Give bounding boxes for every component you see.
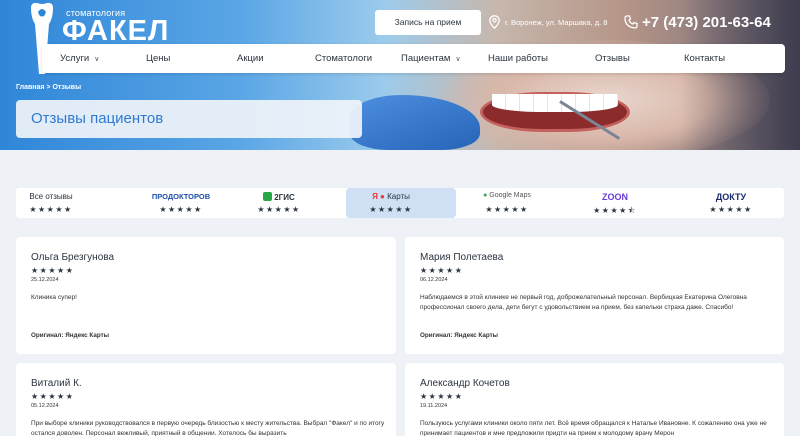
nav-item-dentists[interactable]: Стоматологи [315,44,372,73]
phone-icon [624,15,638,29]
tab-prodoctorov[interactable]: ПРОДОКТОРОВ ★★★★★ [126,188,236,218]
tab-label-wrap: 2ГИС [224,192,334,202]
tab-all-reviews[interactable]: Все отзывы ★★★★★ [16,188,126,218]
review-card: Виталий К. ★★★★★ 05.12.2024 При выборе к… [16,363,396,436]
tab-label: Все отзывы [29,192,73,201]
google-maps-pin-icon: ● [483,192,488,199]
tab-label-wrap: Я ● Карты [336,192,446,201]
tab-google-maps[interactable]: ● Google Maps ★★★★★ [456,188,566,218]
tab-label: Карты [387,192,410,201]
address-text: г. Воронеж, ул. Маршака, д. 8 [505,17,608,27]
rating-stars: ★★★★★ [31,266,75,275]
chevron-down-icon: ∨ [94,56,100,63]
hero-teeth-image [492,94,618,112]
review-date: 25.12.2024 [31,277,59,283]
nav-label: Наши работы [488,53,548,64]
nav-label: Акции [237,53,264,64]
tab-label: ПРОДОКТОРОВ [151,192,211,201]
rating-stars: ★★★★★ [420,392,464,401]
reviewer-name: Ольга Брезгунова [31,252,115,263]
page-title-box: Отзывы пациентов [16,100,362,138]
nav-label: Цены [146,53,171,64]
location-pin-icon [489,15,500,29]
phone-number[interactable]: +7 (473) 201-63-64 [642,14,771,31]
nav-label: Пациентам [401,53,451,64]
rating-stars: ★★★★★ [709,205,753,214]
tab-label-wrap: ● Google Maps [452,192,562,199]
prodoctorov-logo-icon: ПРОДОКТОРОВ [126,192,236,201]
rating-stars: ★★★★★ [369,205,413,214]
nav-item-promotions[interactable]: Акции [237,44,264,73]
review-text: Клиника супер! [31,294,77,301]
page-title: Отзывы пациентов [31,110,164,127]
tab-zoon[interactable]: ZOON ★★★★⯪ [566,188,676,218]
rating-stars: ★★★★⯪ [593,206,637,215]
reviewer-name: Мария Полетаева [420,252,504,263]
review-date: 05.12.2024 [31,403,59,409]
rating-stars: ★★★★★ [485,205,529,214]
reviewer-name: Александр Кочетов [420,378,510,389]
rating-stars: ★★★★★ [420,266,464,275]
tab-label: 2ГИС [274,193,295,202]
tab-label: Google Maps [489,192,531,199]
nav-item-contacts[interactable]: Контакты [684,44,725,73]
chevron-down-icon: ∨ [455,56,461,63]
nav-item-reviews[interactable]: Отзывы [595,44,630,73]
nav-label: Услуги [60,53,90,64]
phone-block[interactable]: +7 (473) 201-63-64 [624,11,771,33]
review-date: 06.12.2024 [420,277,448,283]
rating-stars: ★★★★★ [159,205,203,214]
tab-2gis[interactable]: 2ГИС ★★★★★ [236,188,346,218]
tab-label: ZOON [602,192,628,202]
review-text: При выборе клиники руководствовался в пе… [31,420,385,436]
address-block: г. Воронеж, ул. Маршака, д. 8 [489,12,607,32]
zoon-logo-icon: ZOON [560,192,670,202]
map-pin-icon: ● [380,192,385,201]
reviewer-name: Виталий К. [31,378,82,389]
main-nav: Услуги ∨ Цены Акции Стоматологи Пациентам… [42,44,785,73]
tab-doktu[interactable]: ДОКТУ ★★★★★ [676,188,786,218]
tab-yandex-maps[interactable]: Я ● Карты ★★★★★ [346,188,456,218]
rating-stars: ★★★★★ [29,205,73,214]
2gis-logo-icon [263,192,273,201]
doktu-logo-icon: ДОКТУ [676,192,786,202]
tab-label: ДОКТУ [715,192,747,202]
nav-label: Отзывы [595,53,630,64]
review-card: Мария Полетаева ★★★★★ 06.12.2024 Наблюда… [405,237,784,354]
review-origin-link[interactable]: Оригинал: Яндекс Карты [31,332,109,339]
rating-stars: ★★★★★ [257,205,301,214]
review-card: Ольга Брезгунова ★★★★★ 25.12.2024 Клиник… [16,237,396,354]
appointment-button[interactable]: Запись на прием [375,10,481,35]
review-origin-link[interactable]: Оригинал: Яндекс Карты [420,332,498,339]
nav-item-patients[interactable]: Пациентам ∨ [401,44,461,73]
review-source-tabs: Все отзывы ★★★★★ ПРОДОКТОРОВ ★★★★★ 2ГИС … [16,188,784,218]
yandex-logo-icon: Я [372,192,378,201]
nav-item-prices[interactable]: Цены [146,44,170,73]
rating-stars: ★★★★★ [31,392,75,401]
review-date: 19.11.2024 [420,403,448,409]
nav-label: Стоматологи [315,53,373,64]
breadcrumb[interactable]: Главная > Отзывы [16,84,81,91]
review-text: Наблюдаемся в этой клинике не первый год… [420,294,747,311]
review-card: Александр Кочетов ★★★★★ 19.11.2024 Польз… [405,363,784,436]
review-text: Пользуюсь услугами клиники около пяти ле… [420,420,767,436]
nav-item-services[interactable]: Услуги ∨ [60,44,99,73]
nav-label: Контакты [684,53,726,64]
nav-item-our-works[interactable]: Наши работы [488,44,548,73]
